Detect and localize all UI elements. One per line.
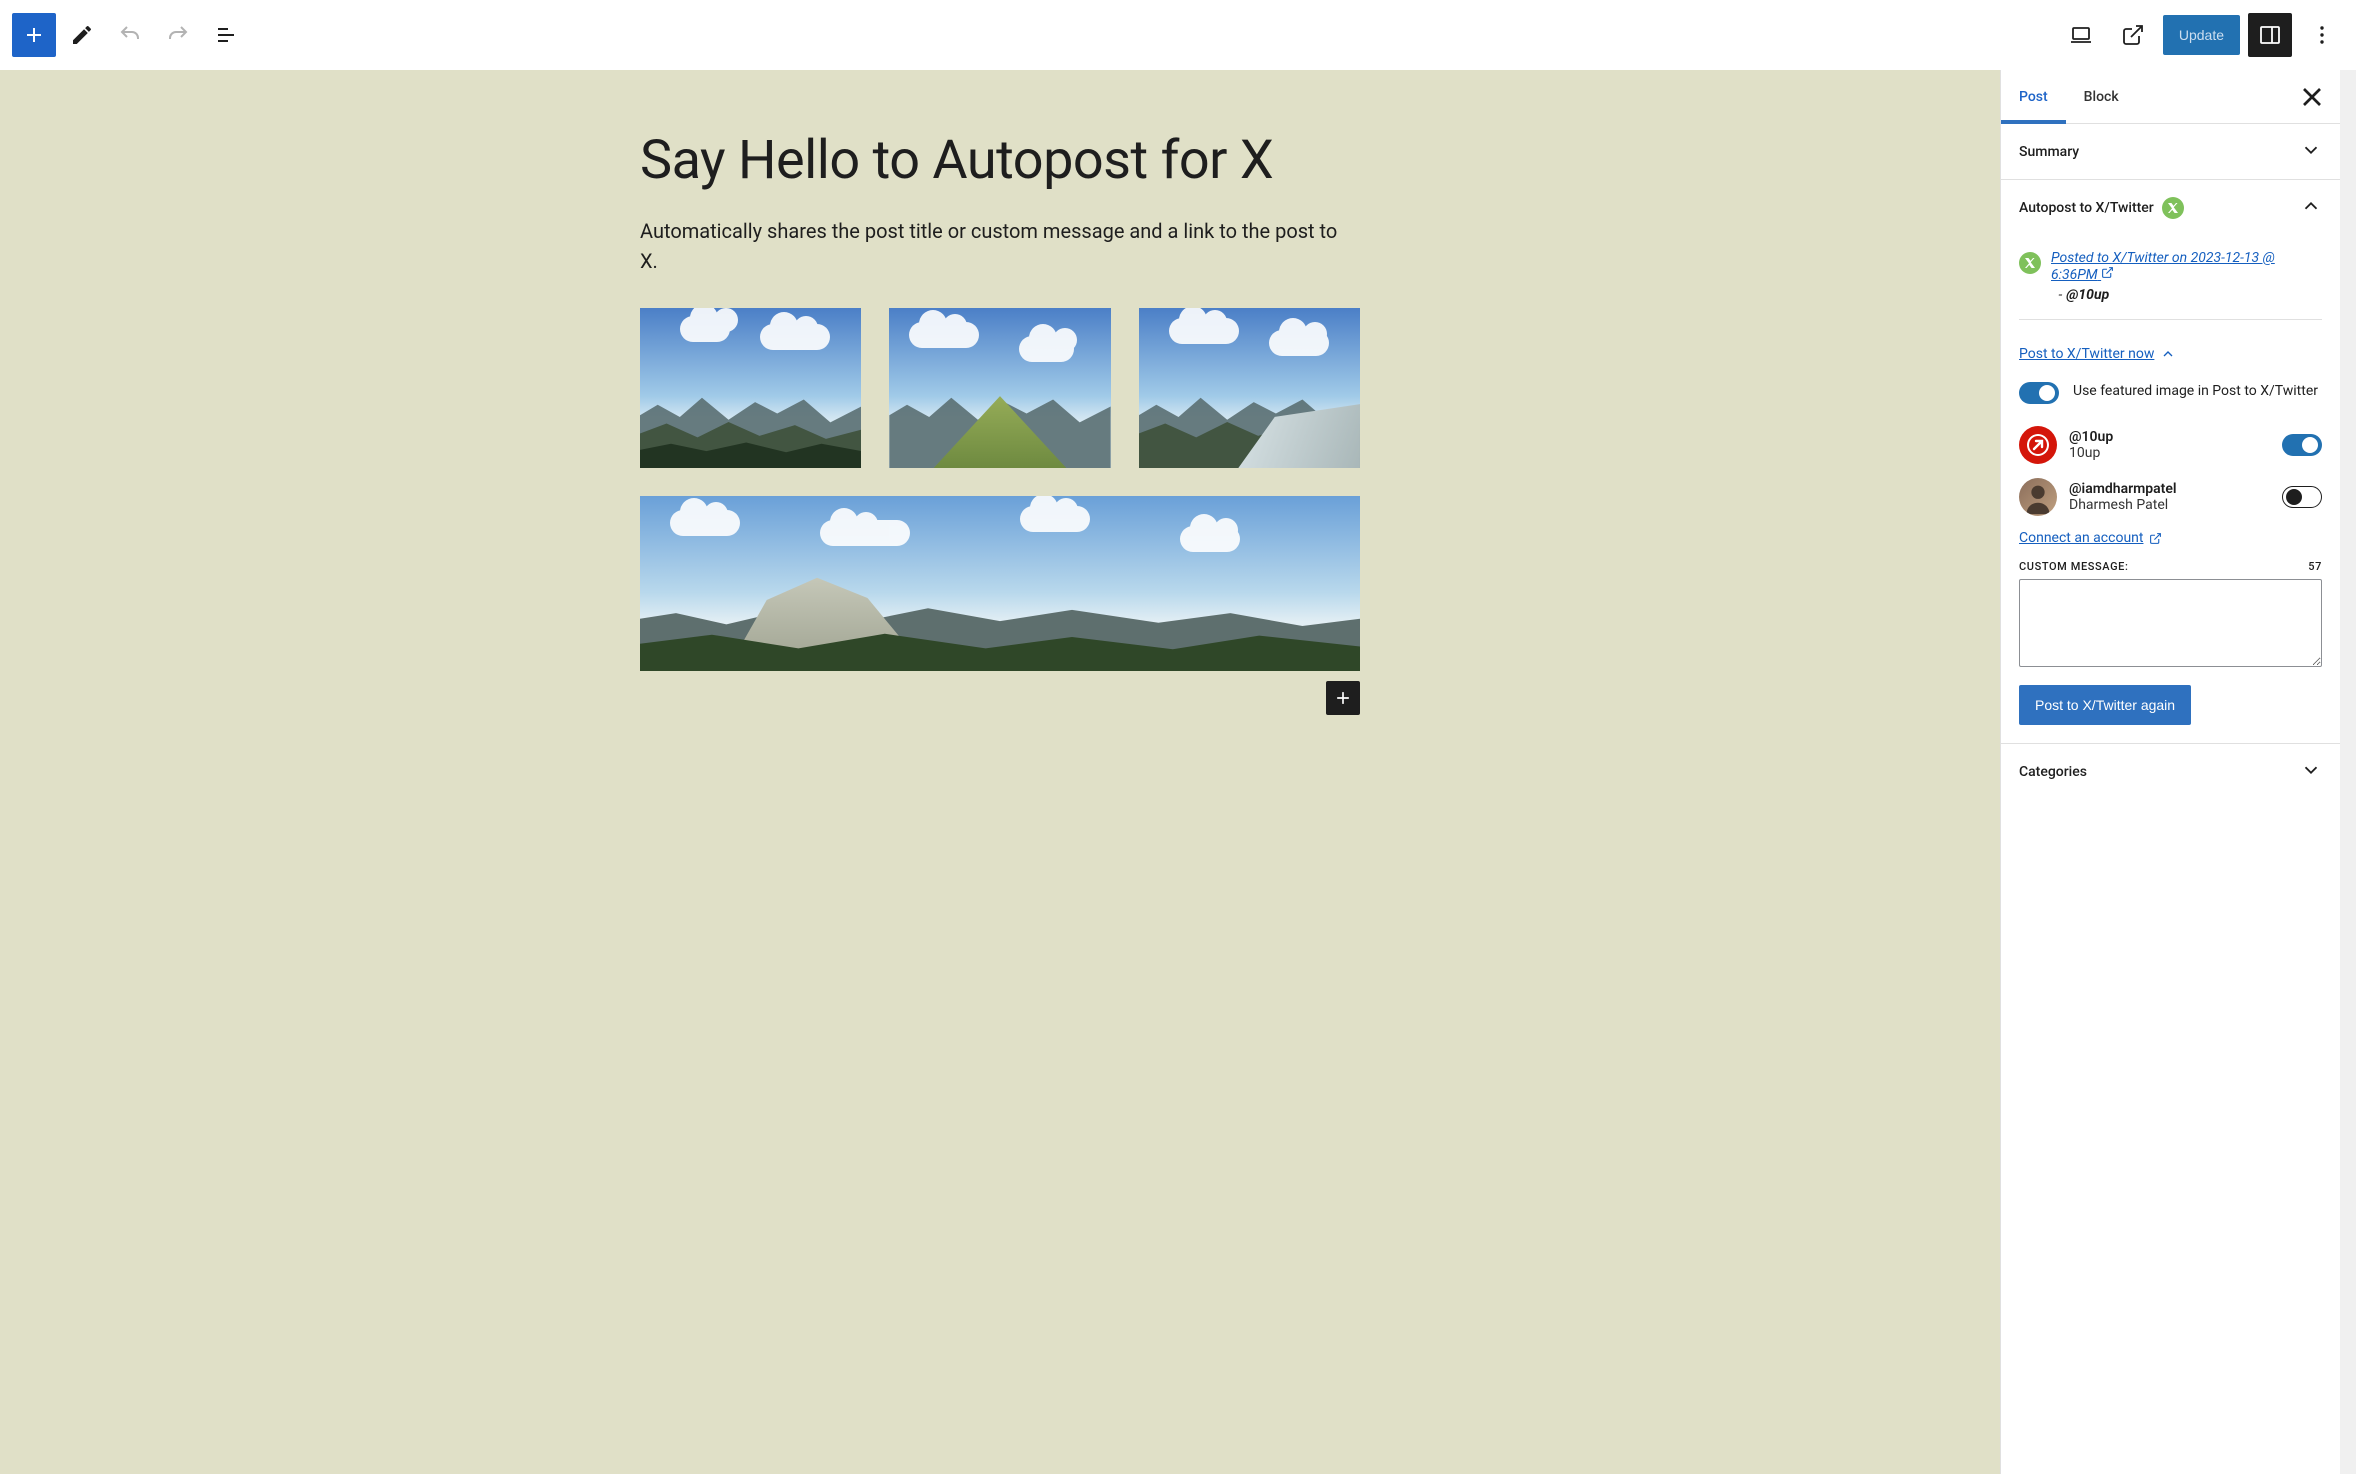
- gallery-image-1[interactable]: [640, 308, 861, 468]
- topbar-left: [12, 13, 248, 57]
- undo-icon: [118, 23, 142, 47]
- panel-categories-title: Categories: [2019, 764, 2087, 780]
- account-toggle-10up[interactable]: [2282, 434, 2322, 456]
- posted-handle: @10up: [2066, 287, 2109, 303]
- view-button[interactable]: [2059, 13, 2103, 57]
- preview-button[interactable]: [2111, 13, 2155, 57]
- account-meta: @iamdharmpatel Dharmesh Patel: [2069, 481, 2177, 513]
- gallery-image-2[interactable]: [889, 308, 1110, 468]
- panel-autopost-title: Autopost to X/Twitter: [2019, 200, 2154, 216]
- connect-account-link[interactable]: Connect an account: [2019, 530, 2162, 546]
- post-now-link[interactable]: Post to X/Twitter now: [2019, 346, 2176, 362]
- account-name: Dharmesh Patel: [2069, 497, 2177, 513]
- panorama-image[interactable]: [640, 496, 1360, 671]
- posted-sep: -: [2058, 287, 2062, 303]
- panel-summary-title: Summary: [2019, 144, 2079, 160]
- custom-message-label-row: CUSTOM MESSAGE: 57: [2019, 560, 2322, 573]
- panel-summary-header[interactable]: Summary: [2001, 124, 2340, 180]
- custom-message-count: 57: [2308, 560, 2322, 573]
- panel-autopost-body: Posted to X/Twitter on 2023-12-13 @ 6:36…: [2001, 236, 2340, 744]
- undo-button[interactable]: [108, 13, 152, 57]
- account-handle: @10up: [2069, 429, 2113, 445]
- redo-icon: [166, 23, 190, 47]
- post-again-button[interactable]: Post to X/Twitter again: [2019, 685, 2191, 725]
- document-overview-button[interactable]: [204, 13, 248, 57]
- editor-canvas[interactable]: Say Hello to Autopost for X Automaticall…: [0, 70, 2000, 1474]
- x-badge-icon: [2019, 252, 2041, 274]
- options-button[interactable]: [2300, 13, 2344, 57]
- external-link-icon: [2121, 23, 2145, 47]
- plus-icon: [22, 23, 46, 47]
- chevron-up-icon: [2300, 195, 2322, 221]
- account-row-iamdharmpatel: @iamdharmpatel Dharmesh Patel: [2019, 478, 2322, 516]
- pencil-icon: [70, 23, 94, 47]
- topbar-right: Update: [2059, 13, 2344, 57]
- post-paragraph[interactable]: Automatically shares the post title or c…: [640, 216, 1360, 276]
- custom-message-input[interactable]: [2019, 579, 2322, 667]
- append-block-button[interactable]: [1326, 681, 1360, 715]
- outline-icon: [214, 23, 238, 47]
- custom-message-label: CUSTOM MESSAGE:: [2019, 560, 2129, 573]
- editor-topbar: Update: [0, 0, 2356, 70]
- laptop-icon: [2069, 23, 2093, 47]
- chevron-down-icon: [2300, 759, 2322, 785]
- gallery-row: [640, 308, 1360, 468]
- featured-image-label: Use featured image in Post to X/Twitter: [2073, 382, 2318, 401]
- featured-image-toggle[interactable]: [2019, 382, 2059, 404]
- account-row-10up: @10up 10up: [2019, 426, 2322, 464]
- update-button[interactable]: Update: [2163, 15, 2240, 55]
- close-icon: [2296, 81, 2328, 113]
- sidebar-icon: [2258, 23, 2282, 47]
- account-toggle-iamdharmpatel[interactable]: [2282, 486, 2322, 508]
- avatar-iamdharmpatel: [2019, 478, 2057, 516]
- divider: [2019, 319, 2322, 320]
- add-block-button[interactable]: [12, 13, 56, 57]
- x-badge-icon: [2162, 197, 2184, 219]
- main-area: Say Hello to Autopost for X Automaticall…: [0, 70, 2356, 1474]
- settings-sidebar-toggle[interactable]: [2248, 13, 2292, 57]
- chevron-down-icon: [2300, 139, 2322, 165]
- post-title[interactable]: Say Hello to Autopost for X: [640, 130, 1360, 192]
- account-meta: @10up 10up: [2069, 429, 2113, 461]
- gallery-image-3[interactable]: [1139, 308, 1360, 468]
- more-vertical-icon: [2310, 23, 2334, 47]
- tab-block[interactable]: Block: [2066, 70, 2137, 123]
- close-sidebar-button[interactable]: [2296, 81, 2328, 113]
- panel-categories-header[interactable]: Categories: [2001, 744, 2340, 800]
- panel-autopost-header[interactable]: Autopost to X/Twitter: [2001, 180, 2340, 236]
- account-handle: @iamdharmpatel: [2069, 481, 2177, 497]
- canvas-inner: Say Hello to Autopost for X Automaticall…: [600, 130, 1400, 671]
- avatar-10up: [2019, 426, 2057, 464]
- sidebar-panels: Summary Autopost to X/Twitter: [2001, 124, 2340, 1474]
- account-name: 10up: [2069, 445, 2113, 461]
- panorama-wrap: [640, 496, 1360, 671]
- chevron-up-icon: [2160, 346, 2176, 362]
- external-link-icon: [2149, 532, 2162, 545]
- posted-status: Posted to X/Twitter on 2023-12-13 @ 6:36…: [2019, 250, 2322, 303]
- sidebar-tabs: Post Block: [2001, 70, 2340, 124]
- redo-button[interactable]: [156, 13, 200, 57]
- tools-button[interactable]: [60, 13, 104, 57]
- posted-link[interactable]: Posted to X/Twitter on 2023-12-13 @ 6:36…: [2051, 250, 2322, 283]
- plus-icon: [1333, 688, 1353, 708]
- scrollbar[interactable]: [2340, 70, 2356, 1474]
- tab-post[interactable]: Post: [2001, 70, 2066, 123]
- settings-sidebar: Post Block Summary Autopost to X/Twitter: [2000, 70, 2340, 1474]
- external-link-icon: [2101, 266, 2114, 279]
- featured-image-toggle-row: Use featured image in Post to X/Twitter: [2019, 382, 2322, 404]
